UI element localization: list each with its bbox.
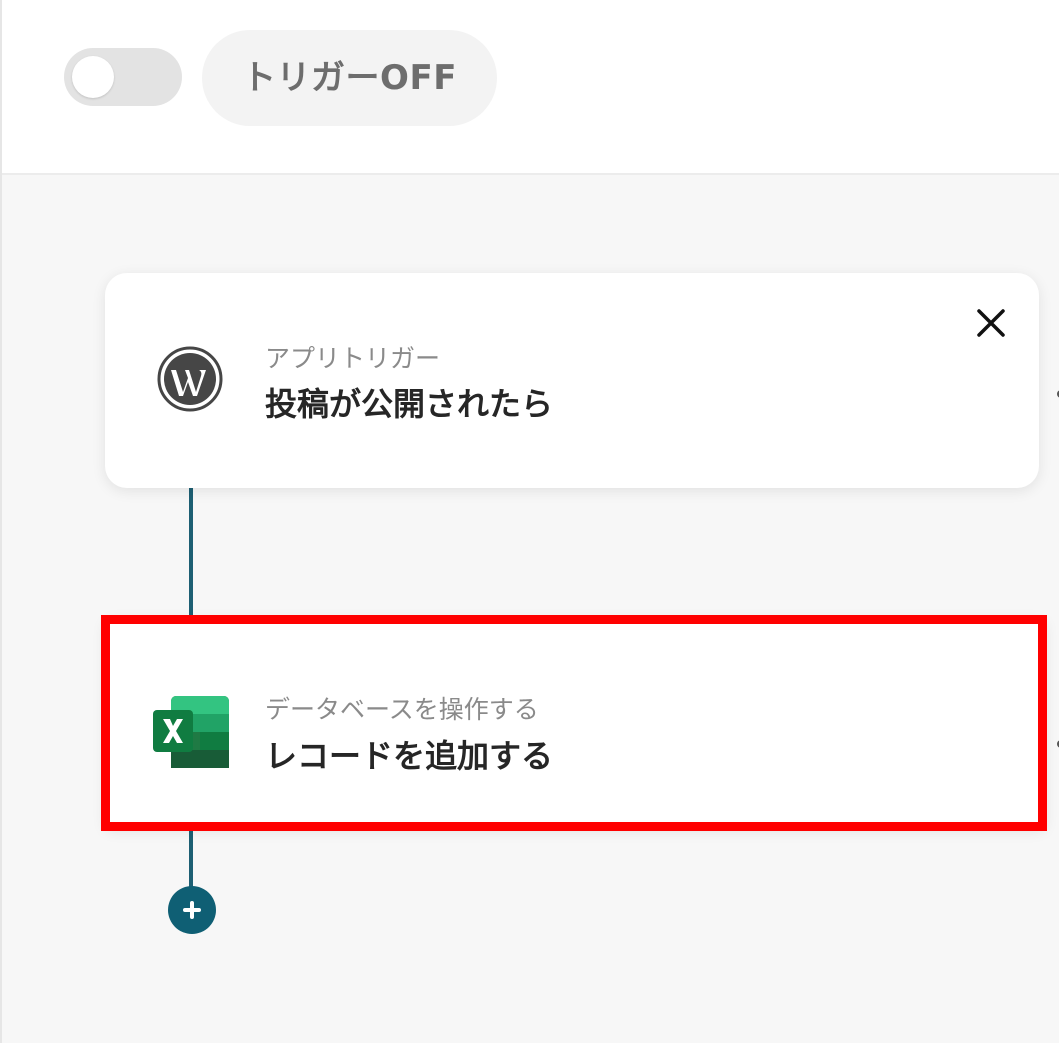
excel-icon xyxy=(153,696,229,768)
close-icon[interactable] xyxy=(967,299,1015,347)
flow-connector-line xyxy=(189,488,193,615)
toggle-knob xyxy=(72,56,114,98)
add-step-button[interactable] xyxy=(168,886,216,934)
step-title: レコードを追加する xyxy=(265,737,554,775)
step-title: 投稿が公開されたら xyxy=(265,385,554,423)
top-toolbar: トリガーOFF xyxy=(2,0,1059,175)
flow-step-trigger-card[interactable]: アプリトリガー 投稿が公開されたら xyxy=(105,273,1039,488)
wordpress-icon xyxy=(157,346,223,412)
flow-canvas: アプリトリガー 投稿が公開されたら データベースを操作する レコードを追加する xyxy=(2,175,1059,1043)
flow-connector-line xyxy=(189,831,193,887)
step-subtitle: データベースを操作する xyxy=(265,695,539,724)
trigger-status-badge: トリガーOFF xyxy=(202,30,497,126)
plus-icon xyxy=(183,901,201,919)
flow-editor-frame: トリガーOFF アプリトリガー 投稿が公開されたら データベースを操作する レコ… xyxy=(0,0,1059,1043)
flow-step-action-card[interactable]: データベースを操作する レコードを追加する xyxy=(105,618,1045,828)
step-subtitle: アプリトリガー xyxy=(265,344,441,373)
trigger-toggle[interactable] xyxy=(64,48,182,106)
